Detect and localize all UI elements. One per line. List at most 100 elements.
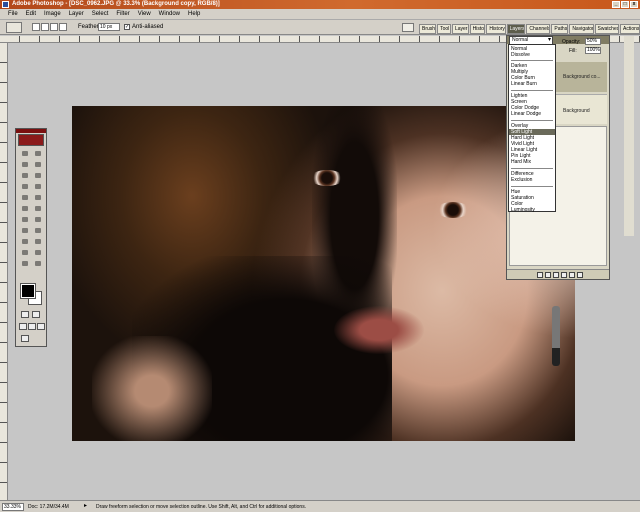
toolbox [15, 128, 47, 347]
well-tab-navigator[interactable]: Navigator [569, 24, 594, 34]
blend-option-linear-dodge[interactable]: Linear Dodge [509, 111, 555, 117]
trash-icon[interactable] [577, 271, 583, 278]
path-selection-tool-icon[interactable] [20, 226, 30, 235]
pen-tool-icon[interactable] [20, 237, 30, 246]
photo-shoulder [92, 336, 212, 441]
photo-lips [334, 306, 424, 354]
menu-edit[interactable]: Edit [22, 11, 40, 17]
blend-option-dissolve[interactable]: Dissolve [509, 52, 555, 58]
well-tab-tool[interactable]: Tool [437, 24, 451, 34]
new-layer-icon[interactable] [569, 271, 575, 278]
lasso-tool-preset-icon[interactable] [6, 22, 22, 33]
window-title: Adobe Photoshop - [DSC_0962.JPG @ 33.3% … [12, 1, 220, 7]
blend-option-linear-burn[interactable]: Linear Burn [509, 81, 555, 87]
foreground-color-swatch[interactable] [20, 283, 36, 299]
well-tab-layer[interactable]: Layer [451, 24, 469, 34]
palette-scrollbar[interactable] [624, 36, 634, 236]
opacity-label: Opacity: [562, 39, 581, 45]
antialiased-label: Anti-aliased [132, 24, 164, 30]
well-tab-layers[interactable]: Layers [506, 24, 526, 34]
menu-separator [511, 90, 553, 91]
new-selection-icon[interactable] [32, 23, 40, 31]
zoom-level-field[interactable]: 33.33% [2, 503, 24, 511]
magic-wand-tool-icon[interactable] [33, 160, 43, 169]
adobe-logo-icon[interactable] [18, 134, 44, 146]
clone-stamp-tool-icon[interactable] [20, 193, 30, 202]
menu-file[interactable]: File [4, 11, 22, 17]
well-tab-brush[interactable]: Brush [419, 24, 437, 34]
opacity-input[interactable]: 50% [585, 38, 601, 45]
eraser-tool-icon[interactable] [20, 204, 30, 213]
selection-mode-group [32, 23, 67, 31]
feather-label: Feather: [78, 24, 101, 30]
well-tab-actions[interactable]: Actions [620, 24, 640, 34]
blend-option-hard-mix[interactable]: Hard Mix [509, 159, 555, 165]
healing-brush-tool-icon[interactable] [20, 182, 30, 191]
menu-select[interactable]: Select [88, 11, 113, 17]
well-tab-channels[interactable]: Channels [526, 24, 551, 34]
layer-name-background-copy: Background co... [563, 74, 601, 80]
new-adjustment-layer-icon[interactable] [561, 271, 567, 278]
layer-name-background: Background [563, 108, 590, 114]
jump-to-imageready-icon[interactable] [21, 335, 29, 342]
close-button[interactable]: x [630, 1, 638, 8]
shape-tool-icon[interactable] [33, 237, 43, 246]
toolbox-title-bar[interactable] [16, 129, 46, 133]
minimize-button[interactable]: _ [612, 1, 620, 8]
type-tool-icon[interactable] [33, 226, 43, 235]
move-tool-icon[interactable] [33, 149, 43, 158]
full-screen-menu-mode-icon[interactable] [28, 323, 36, 330]
history-brush-tool-icon[interactable] [33, 193, 43, 202]
menu-separator [511, 186, 553, 187]
blur-tool-icon[interactable] [20, 215, 30, 224]
standard-mode-icon[interactable] [21, 311, 29, 318]
fill-input[interactable]: 100% [585, 47, 601, 54]
menu-image[interactable]: Image [40, 11, 65, 17]
menu-filter[interactable]: Filter [112, 11, 133, 17]
blend-option-exclusion[interactable]: Exclusion [509, 177, 555, 183]
quick-mask-mode-icon[interactable] [32, 311, 40, 318]
hand-tool-icon[interactable] [20, 259, 30, 268]
well-tab-swatches[interactable]: Swatches [594, 24, 620, 34]
eyedropper-tool-icon[interactable] [33, 248, 43, 257]
document-canvas[interactable] [72, 106, 575, 441]
add-mask-icon[interactable] [545, 271, 551, 278]
menu-separator [511, 168, 553, 169]
marquee-tool-icon[interactable] [20, 149, 30, 158]
status-menu-arrow-icon[interactable]: ▸ [84, 503, 87, 510]
new-set-icon[interactable] [553, 271, 559, 278]
menu-window[interactable]: Window [155, 11, 184, 17]
menu-view[interactable]: View [134, 11, 155, 17]
file-browser-icon[interactable] [402, 23, 414, 32]
brush-tool-icon[interactable] [33, 182, 43, 191]
zoom-tool-icon[interactable] [33, 259, 43, 268]
crop-tool-icon[interactable] [20, 171, 30, 180]
antialiased-checkbox[interactable]: ✓ [124, 24, 130, 30]
add-layer-style-icon[interactable] [537, 271, 543, 278]
gradient-tool-icon[interactable] [33, 204, 43, 213]
menu-layer[interactable]: Layer [65, 11, 88, 17]
intersect-selection-icon[interactable] [59, 23, 67, 31]
well-tab-histo[interactable]: Histo [469, 24, 486, 34]
photoshop-app-icon [2, 1, 9, 8]
slice-tool-icon[interactable] [33, 171, 43, 180]
tool-hint-text: Draw freeform selection or move selectio… [96, 504, 307, 510]
menu-bar: File Edit Image Layer Select Filter View… [0, 9, 640, 20]
blend-mode-menu: Normal Dissolve Darken Multiply Color Bu… [508, 44, 556, 213]
well-tab-history[interactable]: History [486, 24, 506, 34]
fill-label: Fill: [569, 48, 577, 54]
full-screen-mode-icon[interactable] [37, 323, 45, 330]
layers-panel-footer [507, 269, 609, 279]
add-selection-icon[interactable] [41, 23, 49, 31]
subtract-selection-icon[interactable] [50, 23, 58, 31]
feather-input[interactable]: 10 px [98, 23, 120, 31]
notes-tool-icon[interactable] [20, 248, 30, 257]
standard-screen-mode-icon[interactable] [19, 323, 27, 330]
maximize-button[interactable]: □ [621, 1, 629, 8]
blend-option-luminosity[interactable]: Luminosity [509, 207, 555, 213]
photo-left-eye [310, 170, 344, 186]
menu-help[interactable]: Help [184, 11, 204, 17]
dodge-tool-icon[interactable] [33, 215, 43, 224]
lasso-tool-icon[interactable] [20, 160, 30, 169]
well-tab-paths[interactable]: Paths [551, 24, 569, 34]
